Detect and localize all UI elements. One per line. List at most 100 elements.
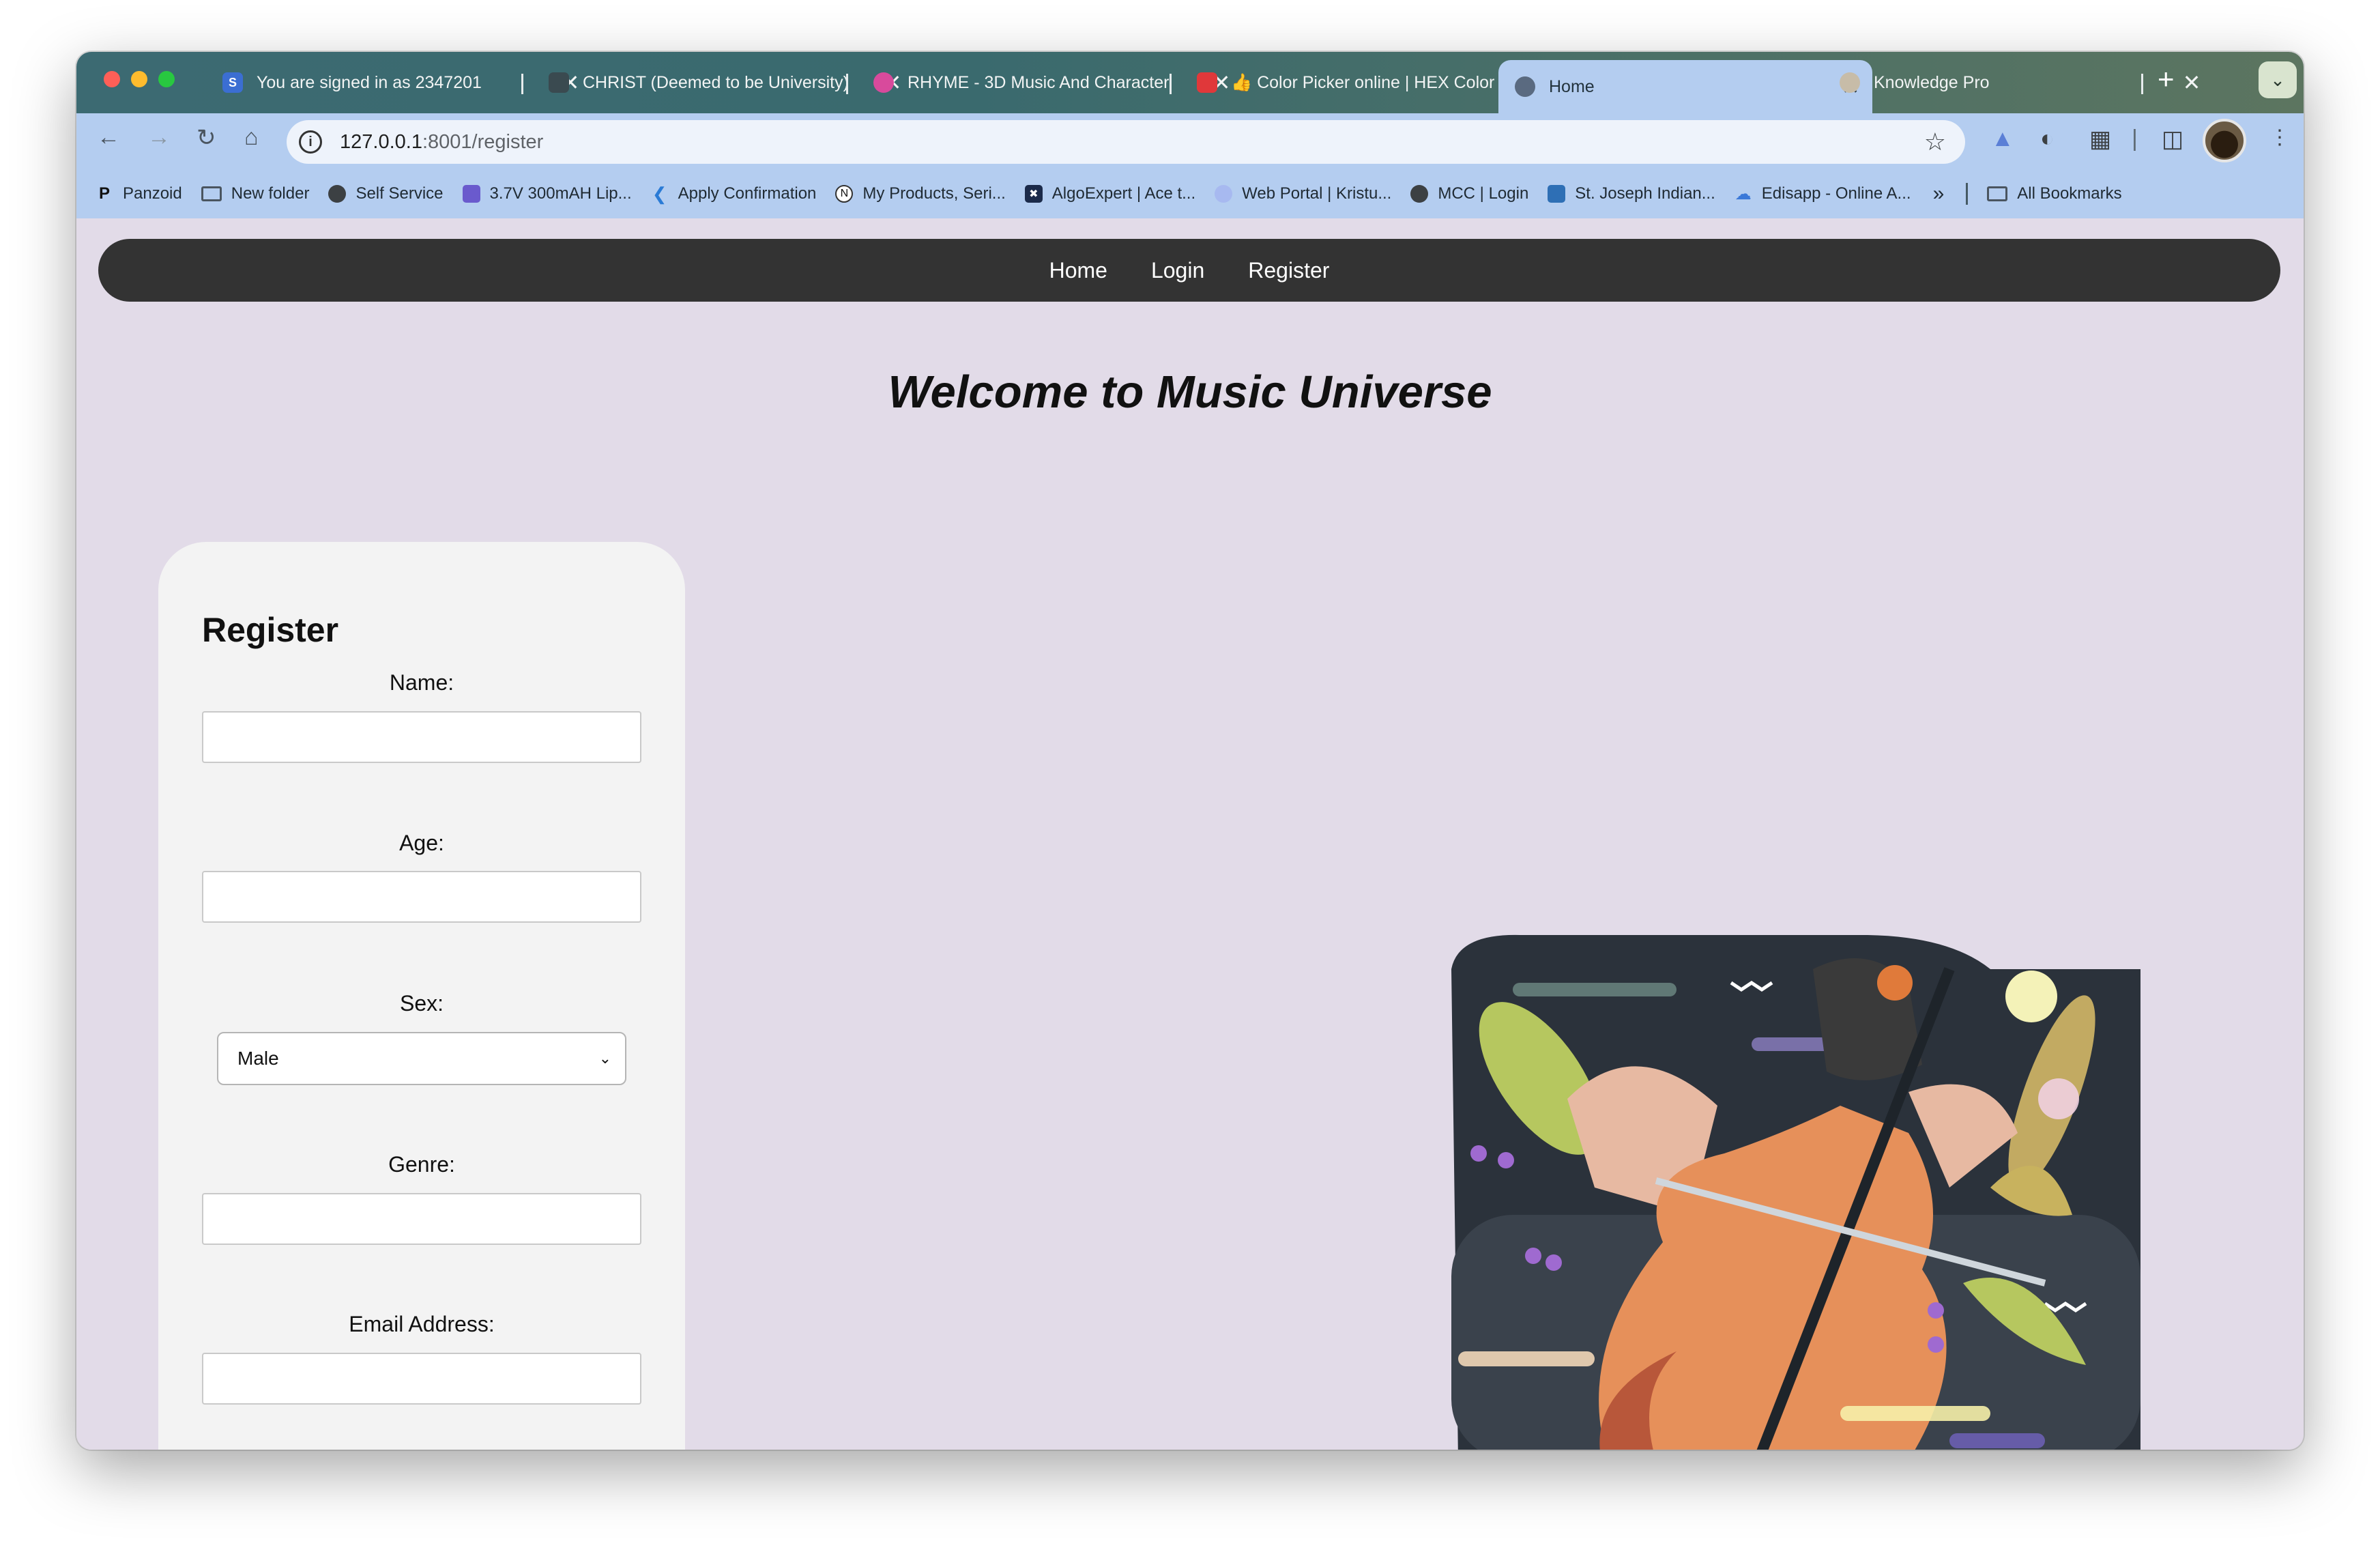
bookmark-item[interactable]: N My Products, Seri... xyxy=(835,184,1006,203)
name-input[interactable] xyxy=(202,711,641,763)
extension-drive-icon[interactable]: ▲ xyxy=(1991,126,2014,152)
sex-label: Sex: xyxy=(399,991,444,1016)
bookmark-item[interactable]: ❮ Apply Confirmation xyxy=(651,183,817,204)
page-title: Welcome to Music Universe xyxy=(888,367,1492,418)
nav-login-link[interactable]: Login xyxy=(1151,258,1204,283)
tab-knowledge-pro[interactable]: Knowledge Pro ✕ xyxy=(1823,61,2214,104)
close-icon[interactable]: ✕ xyxy=(2178,70,2205,96)
browser-window: S You are signed in as 2347201 ✕ CHRIST … xyxy=(76,52,2304,1450)
minimize-window-button[interactable] xyxy=(131,71,147,87)
bookmark-label: Panzoid xyxy=(123,184,182,203)
form-title: Register xyxy=(202,611,339,649)
bookmark-label: Apply Confirmation xyxy=(678,184,817,203)
bookmark-item[interactable]: St. Joseph Indian... xyxy=(1548,184,1715,203)
register-form-card: Register Name: Age: Sex: Male ⌄ Genre: E… xyxy=(158,542,685,1450)
folder-icon xyxy=(1987,186,2008,201)
maximize-window-button[interactable] xyxy=(158,71,175,87)
bookmark-item[interactable]: ✖ AlgoExpert | Ace t... xyxy=(1024,184,1196,203)
site-navbar: Home Login Register xyxy=(98,239,2280,302)
page-viewport: Home Login Register Welcome to Music Uni… xyxy=(76,218,2304,1450)
extension-circle-icon[interactable]: ◐ xyxy=(2040,126,2055,152)
name-label: Name: xyxy=(389,670,454,695)
tab-divider xyxy=(2141,74,2143,94)
algoexpert-icon: ✖ xyxy=(1024,185,1043,203)
globe-icon xyxy=(1410,185,1429,203)
bookmark-item[interactable]: P Panzoid xyxy=(96,184,182,203)
sex-select[interactable]: Male ⌄ xyxy=(217,1032,626,1085)
side-panel-icon[interactable]: ◫ xyxy=(2162,126,2183,153)
bookmark-label: My Products, Seri... xyxy=(862,184,1006,203)
bookmark-label: St. Joseph Indian... xyxy=(1575,184,1715,203)
folder-icon xyxy=(201,186,222,201)
cloud-icon: ☁ xyxy=(1735,184,1752,203)
chevron-down-icon: ⌄ xyxy=(598,1050,611,1067)
more-bookmarks-chevron-icon[interactable]: » xyxy=(1933,182,1945,205)
email-input[interactable] xyxy=(202,1353,641,1405)
nav-register-link[interactable]: Register xyxy=(1248,258,1329,283)
school-icon xyxy=(1548,185,1566,203)
bookmark-item[interactable]: Self Service xyxy=(328,184,444,203)
extensions-puzzle-icon[interactable]: ▦ xyxy=(2089,126,2111,153)
bookmark-label: MCC | Login xyxy=(1438,184,1529,203)
s-favicon-icon: S xyxy=(222,72,243,93)
panzoid-icon: P xyxy=(98,184,110,203)
rhyme-favicon-icon xyxy=(873,72,894,93)
tab-home-active[interactable]: Home ✕ xyxy=(1498,60,1872,113)
tab-divider xyxy=(1170,74,1172,94)
bookmark-item[interactable]: 3.7V 300mAH Lip... xyxy=(462,184,632,203)
tab-title: 👍 Color Picker online | HEX Color xyxy=(1231,72,1495,92)
bookmark-folder[interactable]: New folder xyxy=(201,184,309,203)
all-bookmarks-folder[interactable]: All Bookmarks xyxy=(1987,184,2122,203)
bookmark-label: Self Service xyxy=(355,184,444,203)
forward-arrow-icon[interactable]: → xyxy=(147,124,171,151)
url-path: :8001/register xyxy=(422,130,544,153)
bookmark-label: AlgoExpert | Ace t... xyxy=(1051,184,1196,203)
url-host: 127.0.0.1 xyxy=(340,130,422,153)
tab-title: CHRIST (Deemed to be University) xyxy=(583,72,849,92)
new-tab-button[interactable]: + xyxy=(2158,63,2175,96)
window-controls xyxy=(104,71,175,87)
toolbar-divider: | xyxy=(2132,126,2138,152)
globe-icon xyxy=(328,185,347,203)
bookmark-item[interactable]: MCC | Login xyxy=(1410,184,1528,203)
address-bar[interactable]: i 127.0.0.1:8001/register ☆ xyxy=(287,120,1965,164)
globe-favicon-icon xyxy=(1515,76,1535,97)
bookmark-label: All Bookmarks xyxy=(2017,184,2122,203)
color-picker-favicon-icon xyxy=(1197,72,1217,93)
nav-home-link[interactable]: Home xyxy=(1049,258,1107,283)
bookmark-label: 3.7V 300mAH Lip... xyxy=(489,184,632,203)
sex-select-value: Male xyxy=(237,1048,279,1069)
genre-label: Genre: xyxy=(388,1152,455,1177)
bookmark-item[interactable]: ☁ Edisapp - Online A... xyxy=(1735,184,1911,203)
knowledge-pro-favicon-icon xyxy=(1840,72,1860,93)
christ-favicon-icon xyxy=(549,72,569,93)
site-info-icon[interactable]: i xyxy=(299,130,322,154)
portal-icon xyxy=(1215,185,1233,203)
tab-divider xyxy=(846,74,848,94)
bookmark-item[interactable]: Web Portal | Kristu... xyxy=(1215,184,1391,203)
tab-title: Knowledge Pro xyxy=(1874,72,1990,92)
age-label: Age: xyxy=(399,831,444,855)
age-input[interactable] xyxy=(202,871,641,923)
n-icon: N xyxy=(835,185,854,203)
tab-search-button[interactable]: ⌄ xyxy=(2259,61,2297,98)
browser-menu-icon[interactable]: ⋮ xyxy=(2269,126,2290,149)
bookmark-label: Web Portal | Kristu... xyxy=(1242,184,1392,203)
back-arrow-icon[interactable]: ← xyxy=(97,124,120,151)
email-label: Email Address: xyxy=(349,1312,495,1336)
profile-avatar[interactable] xyxy=(2203,119,2246,162)
home-icon[interactable]: ⌂ xyxy=(244,124,259,151)
bookmarks-bar: P Panzoid New folder Self Service 3.7V 30… xyxy=(76,169,2304,218)
cube-icon xyxy=(462,185,480,203)
tab-divider xyxy=(521,74,523,94)
url-text[interactable]: 127.0.0.1:8001/register xyxy=(340,131,543,154)
kite-icon: ❮ xyxy=(652,183,667,204)
reload-icon[interactable]: ↻ xyxy=(197,124,216,152)
tab-title: Home xyxy=(1549,76,1595,96)
bookmark-label: Edisapp - Online A... xyxy=(1761,184,1911,203)
bookmark-star-icon[interactable]: ☆ xyxy=(1924,128,1946,156)
genre-input[interactable] xyxy=(202,1193,641,1245)
close-window-button[interactable] xyxy=(104,71,120,87)
cellist-illustration xyxy=(1451,934,2140,1450)
tab-title: You are signed in as 2347201 xyxy=(257,72,482,92)
